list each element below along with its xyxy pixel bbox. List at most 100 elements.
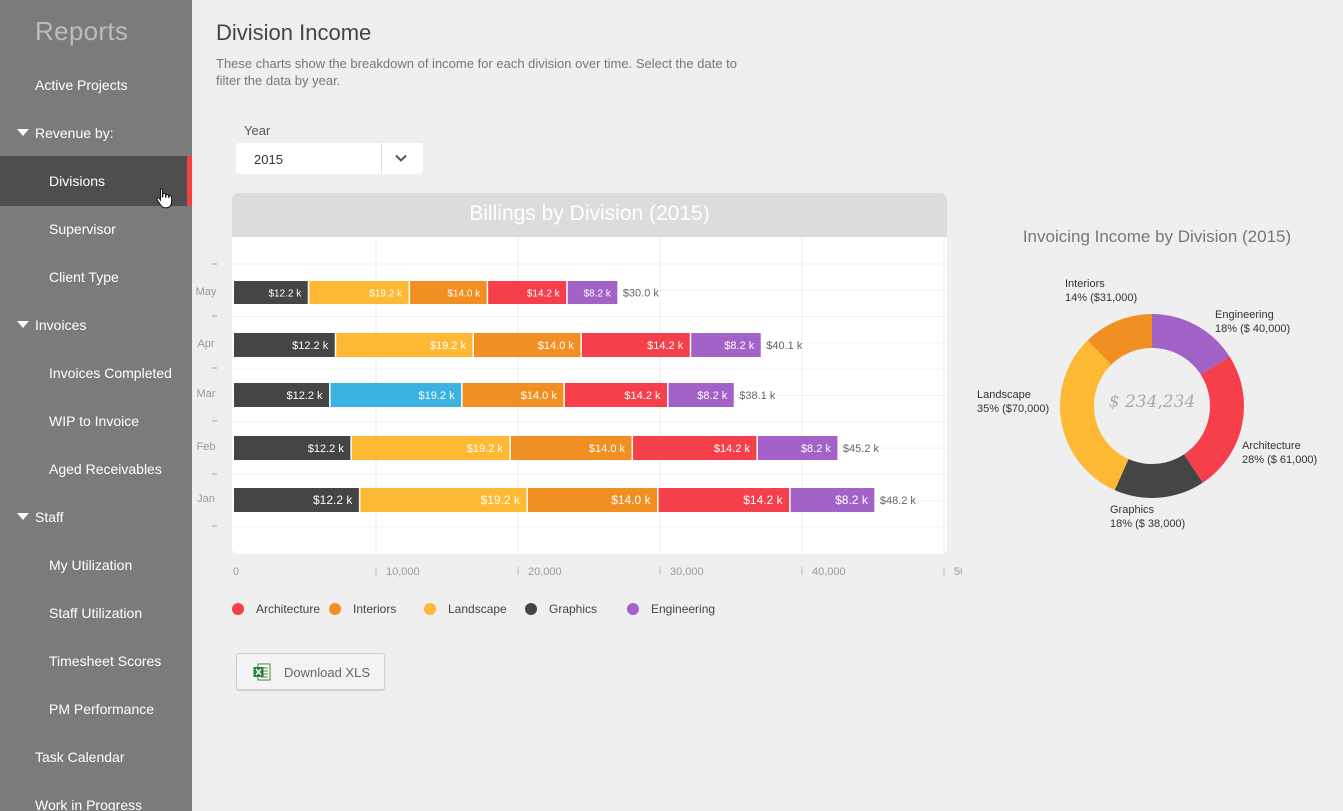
- bar-value-label: $8.2 k: [697, 390, 727, 402]
- sidebar-item-pm-performance[interactable]: PM Performance: [0, 684, 192, 734]
- x-tick-label: 20,000: [528, 566, 562, 578]
- x-tick-label: 0: [233, 566, 239, 578]
- legend-label: Engineering: [651, 602, 716, 616]
- sidebar-item-label: PM Performance: [49, 701, 155, 717]
- legend-item-architecture[interactable]: Architecture: [232, 601, 320, 617]
- sidebar-item-label: Work in Progress: [35, 797, 143, 811]
- sidebar-item-timesheet-scores[interactable]: Timesheet Scores: [0, 636, 192, 686]
- bar-value-label: $14.2 k: [527, 289, 561, 300]
- sidebar-item-client-type[interactable]: Client Type: [0, 252, 192, 302]
- legend-label: Architecture: [256, 602, 321, 616]
- donut-label-name: Architecture: [1242, 440, 1301, 452]
- legend-item-interiors[interactable]: Interiors: [329, 601, 396, 617]
- legend-swatch: [627, 603, 639, 615]
- caret-down-icon: [17, 321, 29, 328]
- sidebar-item-label: Invoices: [35, 317, 87, 333]
- donut-label-landscape: Landscape 35% ($70,000): [977, 388, 1049, 416]
- bar-value-label: $8.2 k: [584, 289, 612, 300]
- bar-value-label: $19.2 k: [467, 443, 504, 455]
- bar-value-label: $14.0 k: [447, 289, 481, 300]
- y-category-label: Feb: [197, 441, 216, 453]
- legend-swatch: [329, 603, 341, 615]
- donut-label-value: 28% ($ 61,000): [1242, 454, 1318, 466]
- sidebar-item-aged-receivables[interactable]: Aged Receivables: [0, 444, 192, 494]
- sidebar-item-revenue-by[interactable]: Revenue by:: [0, 108, 192, 158]
- bar-value-label: $19.2 k: [481, 493, 521, 507]
- donut-center-total: $ 234,234: [1108, 392, 1196, 412]
- x-tick-label: 10,000: [386, 566, 420, 578]
- sidebar-item-label: Staff Utilization: [49, 605, 143, 621]
- sidebar-item-wip-to-invoice[interactable]: WIP to Invoice: [0, 396, 192, 446]
- download-label: Download XLS: [284, 665, 370, 680]
- sidebar-item-label: Task Calendar: [35, 749, 125, 765]
- sidebar: Reports Active Projects Revenue by: Divisi…: [0, 0, 192, 811]
- donut-label-engineering: Engineering 18% ($ 40,000): [1215, 308, 1290, 336]
- donut-label-value: 18% ($ 38,000): [1110, 518, 1186, 530]
- bar-value-label: $12.2 k: [286, 390, 323, 402]
- donut-label-graphics: Graphics 18% ($ 38,000): [1110, 503, 1185, 531]
- y-category-label: Jan: [197, 493, 215, 505]
- sidebar-item-work-in-progress[interactable]: Work in Progress: [0, 780, 192, 811]
- sidebar-item-invoices[interactable]: Invoices: [0, 300, 192, 350]
- main-content: Division Income These charts show the br…: [192, 0, 1343, 811]
- x-tick-label: 50,000: [954, 566, 962, 578]
- donut-label-interiors: Interiors 14% ($31,000): [1065, 277, 1137, 305]
- legend-item-graphics[interactable]: Graphics: [525, 601, 597, 617]
- x-tick-label: 30,000: [670, 566, 704, 578]
- legend-item-landscape[interactable]: Landscape: [424, 601, 507, 617]
- donut-label-architecture: Architecture 28% ($ 61,000): [1242, 439, 1317, 467]
- app-title: Reports: [35, 16, 129, 46]
- sidebar-item-active-projects[interactable]: Active Projects: [0, 60, 192, 110]
- sidebar-item-label: Client Type: [49, 269, 119, 285]
- sidebar-item-label: Invoices Completed: [49, 365, 172, 381]
- sidebar-item-label: Supervisor: [49, 221, 116, 237]
- y-category-label: May: [196, 286, 217, 298]
- donut-label-name: Interiors: [1065, 278, 1105, 290]
- bar-value-label: $19.2 k: [430, 340, 467, 352]
- bar-value-label: $14.2 k: [714, 443, 751, 455]
- donut-label-value: 18% ($ 40,000): [1215, 323, 1291, 335]
- sidebar-item-label: Staff: [35, 509, 64, 525]
- donut-label-value: 14% ($31,000): [1065, 292, 1138, 304]
- bar-total-label: $40.1 k: [766, 340, 803, 352]
- legend-label: Landscape: [448, 602, 507, 616]
- sidebar-item-label: Timesheet Scores: [49, 653, 162, 669]
- excel-icon: [253, 663, 271, 681]
- caret-down-icon: [17, 129, 29, 136]
- legend-label: Interiors: [353, 602, 397, 616]
- sidebar-item-staff[interactable]: Staff: [0, 492, 192, 542]
- bar-value-label: $14.0 k: [521, 390, 558, 402]
- hand-cursor-icon: [156, 188, 172, 209]
- bar-value-label: $12.2 k: [308, 443, 345, 455]
- x-tick-label: 40,000: [812, 566, 846, 578]
- legend-swatch: [232, 603, 244, 615]
- bar-total-label: $30.0 k: [623, 288, 660, 300]
- sidebar-item-task-calendar[interactable]: Task Calendar: [0, 732, 192, 782]
- sidebar-item-staff-utilization[interactable]: Staff Utilization: [0, 588, 192, 638]
- donut-chart-title: Invoicing Income by Division (2015): [1022, 227, 1292, 246]
- bar-value-label: $14.0 k: [589, 443, 626, 455]
- legend-label: Graphics: [549, 602, 598, 616]
- sidebar-item-supervisor[interactable]: Supervisor: [0, 204, 192, 254]
- billings-bar-chart: 0 10,000 20,000 30,000 40,000 50,000 May $12.2 …: [196, 237, 962, 578]
- sidebar-item-label: Divisions: [49, 173, 106, 189]
- bar-total-label: $38.1 k: [739, 390, 776, 402]
- bar-value-label: $12.2 k: [313, 493, 353, 507]
- donut-label-value: 35% ($70,000): [977, 403, 1050, 415]
- bar-value-label: $14.0 k: [538, 340, 575, 352]
- sidebar-item-label: WIP to Invoice: [49, 413, 140, 429]
- bar-value-label: $14.0 k: [611, 493, 651, 507]
- sidebar-item-label: My Utilization: [49, 557, 133, 573]
- legend-item-engineering[interactable]: Engineering: [627, 601, 715, 617]
- bar-total-label: $45.2 k: [843, 443, 880, 455]
- sidebar-item-my-utilization[interactable]: My Utilization: [0, 540, 192, 590]
- download-xls-button[interactable]: Download XLS: [236, 653, 385, 690]
- bar-value-label: $8.2 k: [801, 443, 831, 455]
- bar-value-label: $19.2 k: [419, 390, 456, 402]
- bar-total-label: $48.2 k: [880, 495, 917, 507]
- caret-down-icon: [17, 513, 29, 520]
- sidebar-item-invoices-completed[interactable]: Invoices Completed: [0, 348, 192, 398]
- y-category-label: Mar: [197, 388, 216, 400]
- legend-swatch: [424, 603, 436, 615]
- bar-value-label: $14.2 k: [624, 390, 661, 402]
